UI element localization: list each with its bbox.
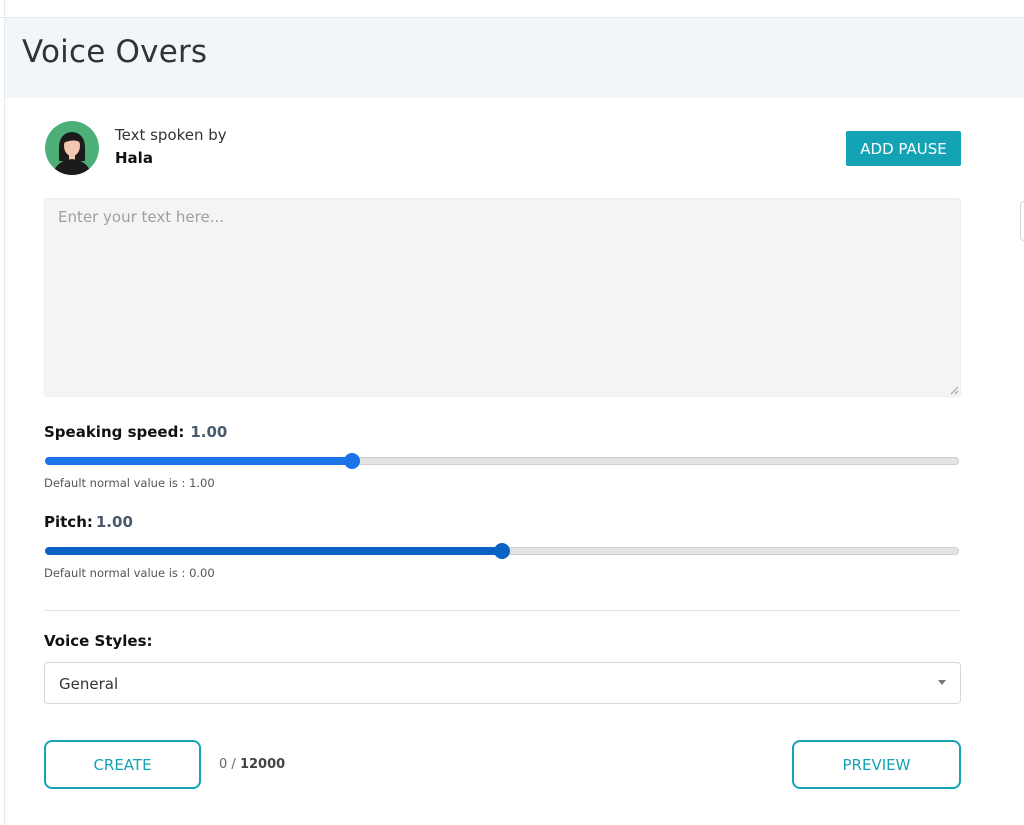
speaker-label: Text spoken by	[115, 126, 227, 144]
speed-label: Speaking speed: 1.00	[44, 423, 227, 441]
add-pause-button[interactable]: ADD PAUSE	[846, 131, 961, 166]
voice-styles-select[interactable]: General	[44, 662, 961, 704]
speed-value: 1.00	[190, 423, 228, 441]
counter-max: 12000	[239, 757, 286, 772]
divider	[44, 610, 961, 611]
female-avatar-icon	[45, 121, 99, 175]
character-counter: 0 / 12000	[219, 757, 285, 772]
pitch-value: 1.00	[95, 513, 133, 531]
left-border	[4, 0, 5, 825]
pitch-hint: Default normal value is : 0.00	[44, 566, 215, 580]
voice-styles-label: Voice Styles:	[44, 632, 153, 650]
speed-slider-fill	[45, 457, 353, 465]
speed-hint: Default normal value is : 1.00	[44, 476, 215, 490]
page-title: Voice Overs	[22, 34, 208, 70]
pitch-label-text: Pitch:	[44, 513, 93, 531]
right-panel-input-edge	[1020, 201, 1024, 241]
counter-separator: /	[227, 757, 240, 772]
pitch-label: Pitch: 1.00	[44, 513, 133, 531]
speed-slider-thumb[interactable]	[344, 453, 361, 469]
pitch-slider-thumb[interactable]	[494, 543, 510, 559]
pitch-slider-fill	[45, 547, 502, 555]
create-button[interactable]: CREATE	[44, 740, 201, 789]
chevron-down-icon	[938, 680, 946, 685]
speed-label-text: Speaking speed:	[44, 423, 185, 441]
text-input[interactable]	[44, 198, 961, 397]
preview-button[interactable]: PREVIEW	[792, 740, 961, 789]
speaker-name: Hala	[115, 149, 153, 167]
resize-grip-icon[interactable]	[950, 386, 959, 395]
voice-styles-selected: General	[59, 675, 119, 693]
page-header: Voice Overs	[5, 18, 1024, 98]
top-bar	[0, 0, 1024, 18]
